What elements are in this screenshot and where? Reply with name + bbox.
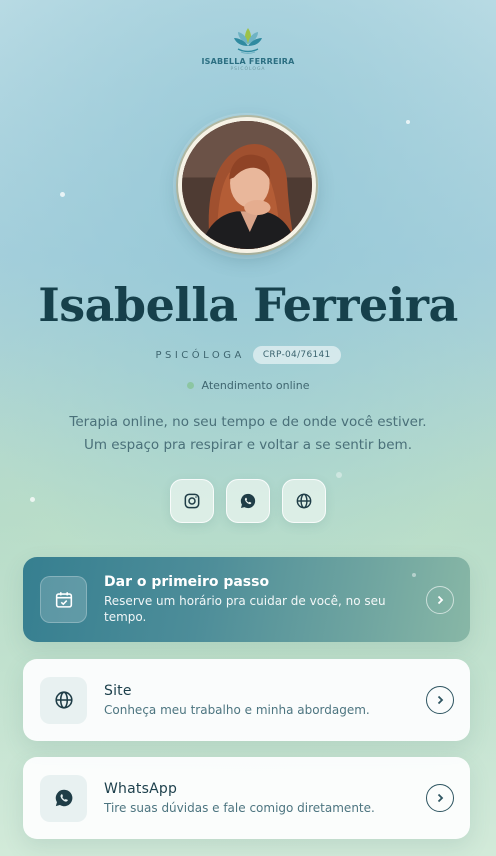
- card-title: Dar o primeiro passo: [104, 574, 270, 590]
- sparkle-decoration: [406, 120, 410, 124]
- sparkle-decoration: [336, 472, 342, 478]
- calendar-check-icon: [55, 591, 72, 608]
- whatsapp-icon: [240, 493, 256, 509]
- sparkle-decoration: [60, 192, 65, 197]
- whatsapp-button[interactable]: [226, 479, 270, 523]
- site-card[interactable]: Site Conheça meu trabalho e minha aborda…: [23, 659, 470, 741]
- brand-subtitle: PSICÓLOGA: [230, 67, 266, 72]
- chevron-right-icon: [426, 784, 454, 812]
- globe-icon: [54, 691, 73, 709]
- card-description: Conheça meu trabalho e minha abordagem.: [104, 702, 370, 717]
- leaf-lotus-icon: [234, 28, 262, 54]
- online-status-icon: [186, 382, 194, 389]
- profile-name: Isabella Ferreira: [38, 278, 458, 332]
- bio-line: Um espaço pra respirar e voltar a se sen…: [83, 437, 413, 453]
- social-links: [0, 479, 496, 523]
- card-icon-wrap: [40, 576, 87, 623]
- card-icon-wrap: [40, 676, 87, 724]
- whatsapp-icon: [55, 789, 72, 807]
- status-text: Atendimento online: [201, 379, 310, 392]
- card-title: WhatsApp: [104, 780, 178, 797]
- card-description: Reserve um horário pra cuidar de você, n…: [104, 594, 386, 624]
- role-label: PSICÓLOGA: [155, 349, 245, 361]
- card-description: Tire suas dúvidas e fale comigo diretame…: [104, 800, 375, 815]
- brand-name: ISABELLA FERREIRA: [201, 57, 295, 66]
- chevron-right-icon: [426, 686, 454, 714]
- avatar: [178, 117, 316, 253]
- card-icon-wrap: [40, 774, 87, 822]
- role-row: PSICÓLOGA CRP-04/76141: [0, 346, 496, 364]
- instagram-icon: [184, 493, 200, 509]
- status-row: Atendimento online: [0, 379, 496, 392]
- website-button[interactable]: [282, 479, 326, 523]
- globe-icon: [296, 493, 312, 509]
- chevron-right-icon: [426, 585, 454, 614]
- sparkle-decoration: [412, 573, 416, 577]
- instagram-button[interactable]: [170, 479, 214, 523]
- whatsapp-card[interactable]: WhatsApp Tire suas dúvidas e fale comigo…: [23, 757, 470, 839]
- bio-line: Terapia online, no seu tempo e de onde v…: [69, 414, 427, 430]
- profile-photo: [182, 121, 312, 249]
- book-session-card[interactable]: Dar o primeiro passo Reserve um horário …: [23, 557, 470, 642]
- brand-logo: ISABELLA FERREIRA PSICÓLOGA: [0, 24, 496, 72]
- card-title: Site: [104, 682, 132, 699]
- bio: Terapia online, no seu tempo e de onde v…: [0, 411, 496, 457]
- crp-badge: CRP-04/76141: [252, 346, 341, 364]
